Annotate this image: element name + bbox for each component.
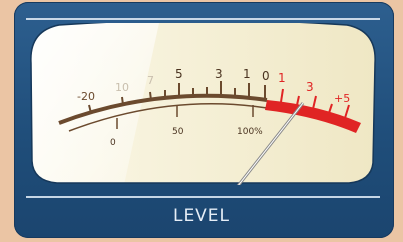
db-label-0: 0 bbox=[262, 69, 270, 83]
pct-label-100: 100% bbox=[237, 127, 263, 137]
frame-divider-top bbox=[26, 18, 380, 20]
db-label-10: 10 bbox=[115, 81, 129, 94]
pct-label-0: 0 bbox=[110, 138, 116, 148]
db-label-7: 7 bbox=[147, 74, 154, 87]
db-label-red-3: 3 bbox=[306, 80, 314, 94]
db-label--20: -20 bbox=[77, 90, 95, 103]
frame-divider-bottom bbox=[26, 196, 380, 198]
db-label-red-1: 1 bbox=[278, 71, 286, 85]
db-label-5: 5 bbox=[175, 67, 183, 81]
pct-label-50: 50 bbox=[172, 127, 184, 137]
db-label-1: 1 bbox=[243, 67, 251, 81]
db-label-3: 3 bbox=[215, 67, 223, 81]
db-label-red-5: +5 bbox=[334, 92, 350, 105]
meter-label: LEVEL bbox=[172, 206, 231, 226]
vu-meter-face: -20 10 7 5 3 1 0 1 3 +5 0 50 100% bbox=[30, 23, 376, 185]
